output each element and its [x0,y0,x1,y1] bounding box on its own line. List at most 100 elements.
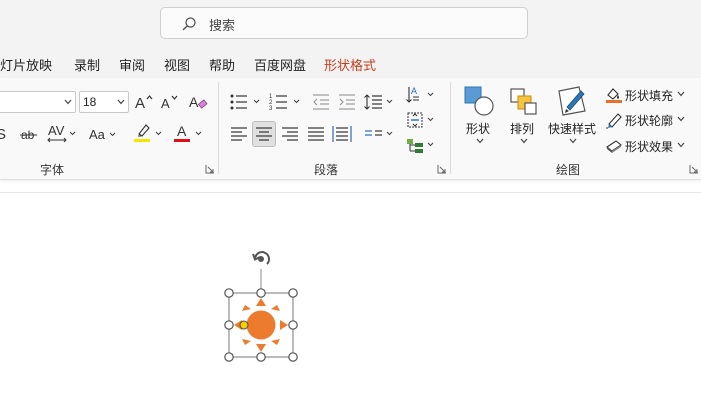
justify-icon [308,127,324,141]
character-spacing-button[interactable]: AV [46,121,78,145]
tab-record[interactable]: 录制 [74,55,100,74]
chevron-down-icon [677,91,685,97]
dialog-launcher-icon[interactable] [437,164,447,174]
slide-canvas[interactable] [0,192,701,408]
clear-formatting-button[interactable]: A [187,91,209,113]
numbering-icon: 1 2 3 [269,94,300,112]
font-size-value: 18 [83,95,97,109]
tab-review[interactable]: 审阅 [119,55,145,74]
align-left-button[interactable] [228,122,250,146]
font-color-icon: A [174,123,202,142]
shape-outline-button[interactable]: 形状轮廓 [605,110,687,129]
align-left-icon [231,127,247,141]
highlight-icon [134,124,162,142]
svg-text:Aa: Aa [89,127,106,142]
tab-help[interactable]: 帮助 [209,55,235,74]
font-group-label: 字体 [40,163,65,177]
decrease-indent-button[interactable] [310,90,332,114]
quick-styles-icon [558,86,586,116]
shapes-button[interactable] [462,84,496,118]
align-text-button[interactable] [404,109,438,131]
font-size-combobox[interactable]: 18 [79,91,129,113]
svg-text:3: 3 [269,106,273,112]
font-name-combobox[interactable] [0,91,76,113]
ribbon-tabs: 灯片放映 录制 审阅 视图 帮助 百度网盘 形状格式 [0,48,701,78]
search-box[interactable]: 搜索 [160,7,528,39]
align-center-icon [256,127,272,141]
grow-font-button[interactable]: A [133,91,155,113]
numbering-button[interactable]: 1 2 3 [268,90,304,114]
shape-effects-button[interactable]: 形状效果 [605,136,687,154]
bold-partial-button[interactable]: S [0,123,10,145]
chevron-down-icon [569,138,577,144]
align-right-button[interactable] [279,122,301,146]
group-separator [450,82,451,174]
shapes-label: 形状 [466,122,491,136]
text-direction-button[interactable]: A [404,84,438,106]
rotate-handle-icon[interactable] [252,251,270,265]
convert-smartart-button[interactable] [404,134,438,156]
distributed-icon [332,126,352,142]
distributed-button[interactable] [331,122,353,146]
line-spacing-button[interactable] [362,90,396,114]
paragraph-group-label: 段落 [314,163,339,177]
chevron-down-icon [677,116,685,122]
align-right-icon [282,127,298,141]
arrange-button[interactable] [506,84,540,118]
arrange-label: 排列 [510,122,535,136]
change-case-icon: Aa [89,127,116,142]
shape-outline-label: 形状轮廓 [625,114,674,128]
strikethrough-button[interactable]: ab [18,123,40,145]
svg-text:A: A [189,94,199,110]
bold-partial-icon: S [0,126,6,143]
highlight-button[interactable] [130,121,166,145]
change-case-button[interactable]: Aa [86,123,120,145]
group-separator [218,82,219,174]
svg-text:A: A [161,96,170,111]
svg-text:AV: AV [48,123,65,138]
shape-effects-icon [606,140,622,153]
character-spacing-icon: AV [47,123,76,143]
tab-shape-format[interactable]: 形状格式 [324,55,376,74]
tab-slideshow[interactable]: 灯片放映 [0,55,52,74]
strikethrough-icon: ab [20,128,37,142]
shape-fill-button[interactable]: 形状填充 [605,85,687,103]
grow-font-icon: A [135,95,153,111]
chevron-down-icon [117,99,125,105]
increase-indent-icon [339,94,355,110]
chevron-down-icon [64,99,72,105]
svg-text:A: A [411,86,417,96]
align-center-button[interactable] [252,121,276,147]
align-text-icon [407,112,434,128]
search-placeholder: 搜索 [209,18,236,33]
shape-effects-label: 形状效果 [625,140,674,154]
svg-text:S: S [0,126,6,143]
ribbon: 18 A A A S ab AV Aa A 字体 1 2 3 A 段落 形状 排… [0,78,701,180]
columns-button[interactable] [362,122,396,146]
smartart-icon [407,139,434,153]
decrease-indent-icon [313,94,329,110]
bullets-button[interactable] [228,90,264,114]
pen-outline-icon [606,113,622,129]
justify-button[interactable] [305,122,327,146]
shapes-icon [464,86,494,116]
svg-text:A: A [135,95,145,111]
dialog-launcher-icon[interactable] [205,164,215,174]
quick-styles-button[interactable] [554,84,590,118]
tab-view[interactable]: 视图 [164,55,190,74]
font-color-button[interactable]: A [170,121,206,145]
tab-baidu-netdisk[interactable]: 百度网盘 [254,55,306,74]
adjustment-handle-icon[interactable] [239,320,249,330]
chevron-down-icon [476,138,484,144]
line-spacing-icon [364,94,393,110]
increase-indent-button[interactable] [336,90,358,114]
svg-text:A: A [177,123,187,139]
selected-shape[interactable] [218,245,304,369]
arrange-icon [510,88,537,115]
shrink-font-button[interactable]: A [159,91,181,113]
drawing-group-label: 绘图 [556,163,581,177]
chevron-down-icon [677,142,685,148]
dialog-launcher-icon[interactable] [689,164,699,174]
columns-icon [365,130,393,136]
chevron-down-icon [520,138,528,144]
